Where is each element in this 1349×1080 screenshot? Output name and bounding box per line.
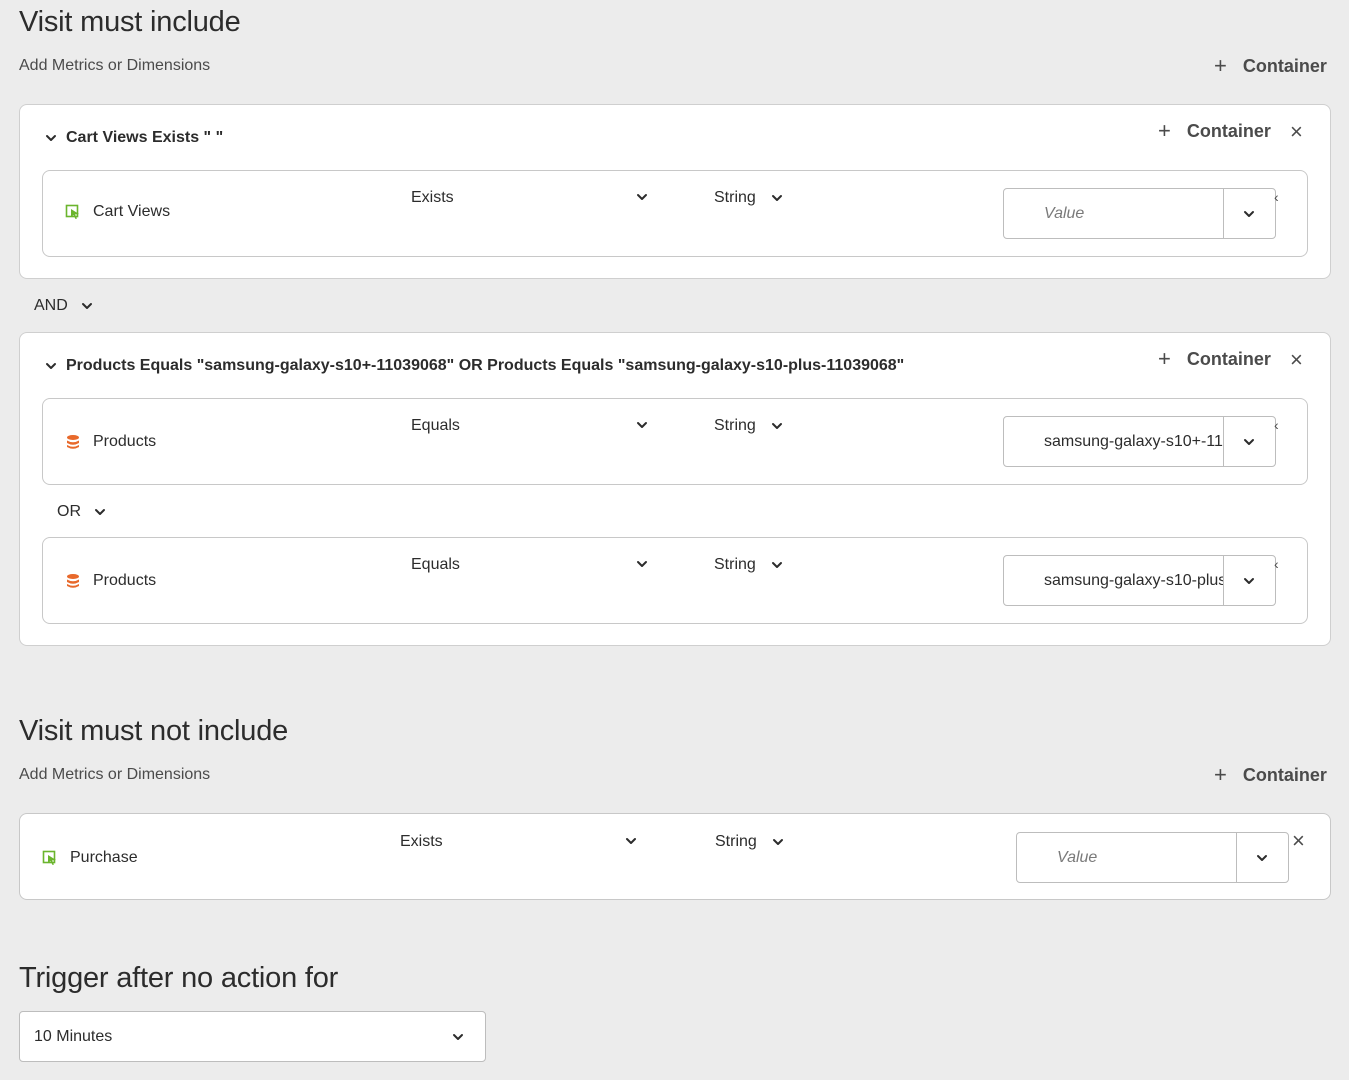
group-header[interactable]: Cart Views Exists " " <box>44 129 223 147</box>
rule-dimension[interactable]: Products <box>65 572 156 590</box>
close-rule-icon[interactable]: × <box>1292 830 1305 852</box>
dimension-name: Products <box>93 433 157 450</box>
container-group-cart-views: Cart Views Exists " " + Container × Cart… <box>19 104 1331 279</box>
plus-icon: + <box>1214 53 1227 78</box>
chevron-down-icon <box>1255 851 1269 865</box>
dimension-icon <box>67 435 79 449</box>
logic-label: OR <box>57 503 81 520</box>
exclude-section-title: Visit must not include <box>19 715 289 747</box>
value-input[interactable] <box>1004 556 1224 605</box>
chevron-down-icon <box>1242 435 1256 449</box>
chevron-down-icon[interactable] <box>44 131 58 145</box>
close-rule-icon[interactable]: ‹ <box>1274 189 1279 205</box>
type-label: String <box>714 189 756 206</box>
group-title: Products Equals "samsung-galaxy-s10+-110… <box>66 357 905 374</box>
dimension-name: Cart Views <box>93 203 171 220</box>
chevron-down-icon[interactable] <box>624 834 638 848</box>
value-dropdown-button[interactable] <box>1224 189 1274 238</box>
operator-dropdown-label[interactable]: Exists <box>411 189 454 207</box>
chevron-down-icon <box>93 505 107 519</box>
chevron-down-icon <box>1242 207 1256 221</box>
group-add-container-button[interactable]: + Container <box>1158 120 1271 142</box>
value-combobox <box>1016 832 1289 883</box>
container-group-products: Products Equals "samsung-galaxy-s10+-110… <box>19 332 1331 646</box>
close-rule-icon[interactable]: ‹ <box>1274 417 1279 433</box>
value-input[interactable] <box>1004 417 1224 466</box>
type-label: String <box>714 417 756 434</box>
chevron-down-icon[interactable] <box>635 418 649 432</box>
container-label: Container <box>1242 55 1327 76</box>
chevron-down-icon <box>80 299 94 313</box>
type-dropdown[interactable]: String <box>714 189 784 207</box>
rule-logic-dropdown[interactable]: OR <box>57 503 107 521</box>
value-combobox <box>1003 188 1276 239</box>
value-combobox <box>1003 416 1276 467</box>
metric-icon <box>42 850 56 865</box>
rule-dimension[interactable]: Cart Views <box>65 203 170 221</box>
plus-icon: + <box>1158 346 1171 371</box>
value-dropdown-button[interactable] <box>1237 833 1287 882</box>
value-input[interactable] <box>1017 833 1237 882</box>
chevron-down-icon <box>770 191 784 205</box>
operator-dropdown-label[interactable]: Exists <box>400 833 443 851</box>
chevron-down-icon <box>771 835 785 849</box>
chevron-down-icon <box>451 1030 465 1044</box>
group-title: Cart Views Exists " " <box>66 129 224 146</box>
dimension-name: Purchase <box>70 849 138 866</box>
chevron-down-icon <box>1242 574 1256 588</box>
group-logic-dropdown[interactable]: AND <box>34 297 94 315</box>
include-add-metrics-link[interactable]: Add Metrics or Dimensions <box>19 57 210 75</box>
value-dropdown-button[interactable] <box>1224 556 1274 605</box>
chevron-down-icon <box>770 558 784 572</box>
type-dropdown[interactable]: String <box>715 833 785 851</box>
exclude-add-container-button[interactable]: + Container <box>1214 764 1327 786</box>
rule-row: Products Equals String ‹ <box>42 398 1308 485</box>
rule-row: Products Equals String ‹ <box>42 537 1308 624</box>
trigger-selected-value: 10 Minutes <box>34 1027 113 1045</box>
rule-dimension[interactable]: Purchase <box>42 849 138 867</box>
type-label: String <box>714 556 756 573</box>
logic-label: AND <box>34 297 68 314</box>
container-label: Container <box>1186 120 1271 141</box>
value-dropdown-button[interactable] <box>1224 417 1274 466</box>
chevron-down-icon[interactable] <box>635 190 649 204</box>
dimension-name: Products <box>93 572 157 589</box>
include-add-container-button[interactable]: + Container <box>1214 55 1327 77</box>
type-label: String <box>715 833 757 850</box>
rule-dimension[interactable]: Products <box>65 433 156 451</box>
type-dropdown[interactable]: String <box>714 417 784 435</box>
trigger-duration-select[interactable]: 10 Minutes <box>19 1011 486 1062</box>
rule-row: Cart Views Exists String ‹ <box>42 170 1308 257</box>
container-label: Container <box>1186 348 1271 369</box>
plus-icon: + <box>1214 762 1227 787</box>
chevron-down-icon <box>770 419 784 433</box>
container-label: Container <box>1242 764 1327 785</box>
value-input[interactable] <box>1004 189 1224 238</box>
close-group-icon[interactable]: × <box>1290 121 1303 143</box>
dimension-icon <box>67 574 79 588</box>
operator-dropdown-label[interactable]: Equals <box>411 417 460 435</box>
value-combobox <box>1003 555 1276 606</box>
include-section-title: Visit must include <box>19 6 241 38</box>
chevron-down-icon[interactable] <box>635 557 649 571</box>
plus-icon: + <box>1158 118 1171 143</box>
group-header[interactable]: Products Equals "samsung-galaxy-s10+-110… <box>44 357 904 375</box>
group-add-container-button[interactable]: + Container <box>1158 348 1271 370</box>
operator-dropdown-label[interactable]: Equals <box>411 556 460 574</box>
rule-row: Purchase Exists String × <box>19 813 1331 900</box>
exclude-add-metrics-link[interactable]: Add Metrics or Dimensions <box>19 766 210 784</box>
metric-icon <box>65 204 79 219</box>
chevron-down-icon[interactable] <box>44 359 58 373</box>
close-rule-icon[interactable]: ‹ <box>1274 556 1279 572</box>
close-group-icon[interactable]: × <box>1290 349 1303 371</box>
trigger-section-title: Trigger after no action for <box>19 962 339 994</box>
type-dropdown[interactable]: String <box>714 556 784 574</box>
